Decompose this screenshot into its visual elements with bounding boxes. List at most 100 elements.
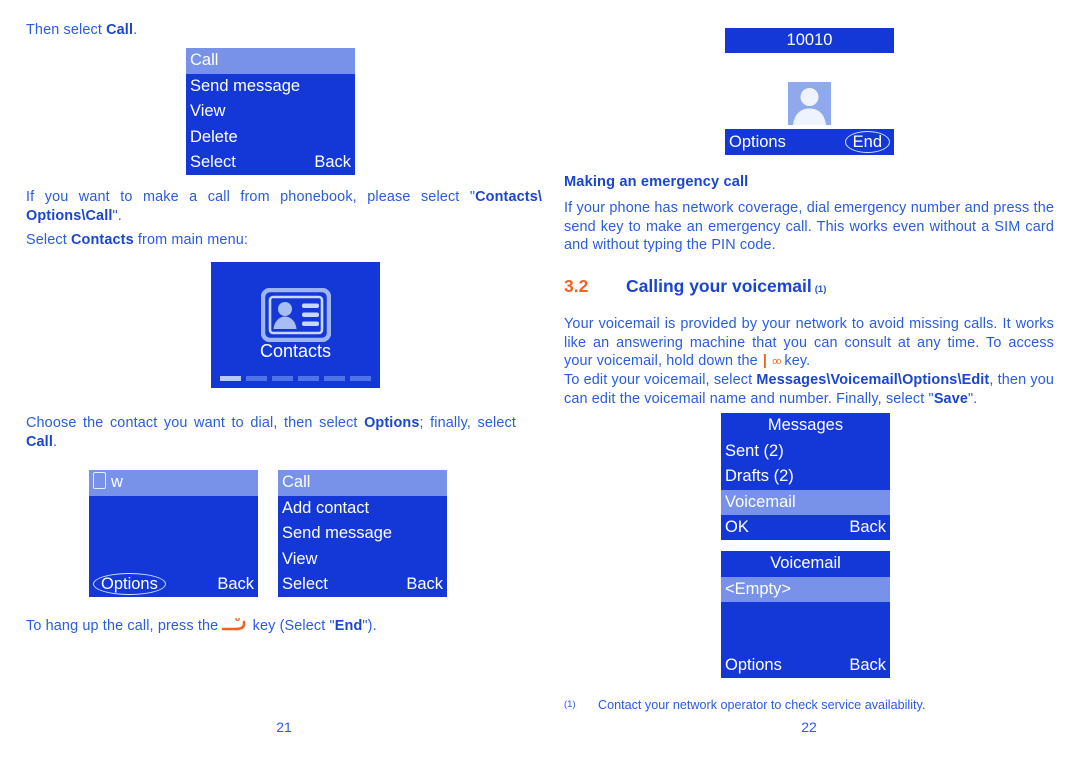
- menu-item-call[interactable]: Call: [278, 470, 447, 496]
- select-contacts-prefix: Select: [26, 232, 72, 248]
- choose-contact-text-1: Choose the contact you want to dial, the…: [26, 415, 365, 431]
- messages-screen-title: Messages: [767, 416, 844, 434]
- softkey-bar: Select Back: [186, 149, 355, 175]
- hangup-bold-end: End: [334, 618, 363, 634]
- softkey-ok[interactable]: OK: [725, 514, 749, 540]
- hangup-text-3: ").: [362, 618, 377, 634]
- voicemail-edit-bold-path: Messages\Voicemail\Options\Edit: [756, 372, 990, 388]
- menu-item-send-message[interactable]: Send message: [186, 74, 355, 100]
- contacts-main-menu-screen[interactable]: Contacts: [211, 262, 380, 388]
- softkey-back[interactable]: Back: [849, 514, 886, 540]
- manual-page-spread: Then select Call. Call Send message View…: [0, 0, 1080, 767]
- hangup-text-2: key (Select ": [248, 618, 335, 634]
- softkey-back[interactable]: Back: [217, 571, 254, 597]
- then-select-bold: Call: [106, 22, 134, 38]
- in-call-number-bar: 10010: [725, 28, 894, 53]
- left-page-number: 21: [276, 719, 292, 735]
- softkey-bar: Select Back: [278, 571, 447, 597]
- then-select-suffix: .: [133, 22, 138, 38]
- contacts-card-icon: [260, 287, 331, 347]
- voicemail-key-bar-icon: |: [762, 353, 768, 370]
- softkey-bar: Options Back: [89, 571, 258, 597]
- hangup-key-icon: [222, 616, 248, 631]
- left-page-column: Then select Call. Call Send message View…: [26, 0, 542, 767]
- footnote-mark: (1): [564, 699, 576, 710]
- hangup-paragraph: To hang up the call, press the key (Sele…: [26, 616, 542, 636]
- page-dot-4: [298, 376, 319, 381]
- select-contacts-line: Select Contacts from main menu:: [26, 231, 542, 250]
- contact-options-menu-screen[interactable]: Call Add contact Send message View Selec…: [278, 470, 447, 597]
- softkey-select[interactable]: Select: [190, 149, 236, 175]
- sim-card-icon: [93, 472, 106, 489]
- phonebook-bold-options-call: Options\Call: [26, 207, 113, 224]
- softkey-options[interactable]: Options: [93, 573, 166, 595]
- page-footnote: (1) Contact your network operator to che…: [564, 698, 1054, 712]
- page-dot-2: [246, 376, 267, 381]
- voicemail-edit-text-3: ".: [968, 390, 978, 407]
- softkey-back[interactable]: Back: [406, 571, 443, 597]
- select-contacts-suffix: from main menu:: [133, 232, 249, 248]
- menu-item-drafts[interactable]: Drafts (2): [721, 464, 890, 490]
- page-dot-6: [350, 376, 371, 381]
- menu-page-indicator: [211, 376, 380, 381]
- in-call-softkey-bar[interactable]: Options End: [725, 129, 894, 155]
- contact-entry-screen[interactable]: w Options Back: [89, 470, 258, 597]
- softkey-options[interactable]: Options: [729, 129, 786, 155]
- voicemail-list-screen[interactable]: Voicemail <Empty> Options Back: [721, 551, 890, 678]
- voicemail-edit-bold-save: Save: [933, 390, 968, 407]
- softkey-bar: Options End: [725, 129, 894, 155]
- choose-contact-text-3: .: [52, 433, 58, 450]
- in-call-number: 10010: [786, 31, 833, 49]
- page-dot-5: [324, 376, 345, 381]
- page-dot-1: [220, 376, 241, 381]
- menu-item-voicemail[interactable]: Voicemail: [721, 489, 890, 515]
- then-select-prefix: Then select: [26, 22, 107, 38]
- menu-item-delete[interactable]: Delete: [186, 125, 355, 151]
- menu-item-sent[interactable]: Sent (2): [721, 439, 890, 465]
- page-dot-3: [272, 376, 293, 381]
- menu-item-view[interactable]: View: [278, 547, 447, 573]
- phonebook-bold-contacts: Contacts\: [475, 189, 542, 205]
- menu-item-send-message[interactable]: Send message: [278, 521, 447, 547]
- softkey-back[interactable]: Back: [314, 149, 351, 175]
- choose-contact-bold-options: Options: [364, 415, 420, 431]
- section-number: 3.2: [564, 276, 589, 296]
- voicemail-intro-text-2: key.: [780, 353, 811, 370]
- choose-contact-paragraph: Choose the contact you want to dial, the…: [26, 414, 516, 451]
- right-page-column: 10010 Options End Making an emergency ca…: [564, 0, 1080, 767]
- section-heading-3-2: 3.2 Calling your voicemail (1): [564, 276, 1064, 297]
- contact-entry-name: w: [111, 473, 123, 491]
- voicemail-edit-text-1: To edit your voicemail, select: [564, 372, 757, 388]
- softkey-bar: Options Back: [721, 652, 890, 678]
- phonebook-text-1: If you want to make a call from phoneboo…: [26, 189, 476, 205]
- menu-item-call[interactable]: Call: [186, 48, 355, 74]
- then-select-call-line: Then select Call.: [26, 21, 542, 40]
- softkey-back[interactable]: Back: [849, 652, 886, 678]
- choose-contact-bold-call: Call: [26, 433, 53, 450]
- section-footnote-mark: (1): [814, 284, 827, 295]
- choose-contact-text-2: ; finally, select: [419, 415, 516, 431]
- softkey-bar: OK Back: [721, 514, 890, 540]
- emergency-call-heading: Making an emergency call: [564, 174, 749, 190]
- menu-item-view[interactable]: View: [186, 99, 355, 125]
- voicemail-edit-paragraph: To edit your voicemail, select Messages\…: [564, 371, 1054, 408]
- call-options-menu-screen[interactable]: Call Send message View Delete Select Bac…: [186, 48, 355, 175]
- select-contacts-bold: Contacts: [71, 232, 134, 248]
- phonebook-paragraph: If you want to make a call from phoneboo…: [26, 188, 542, 225]
- footnote-text: Contact your network operator to check s…: [598, 698, 926, 712]
- voicemail-screen-title: Voicemail: [770, 554, 841, 572]
- right-page-number: 22: [801, 719, 817, 735]
- section-title: Calling your voicemail: [626, 276, 812, 296]
- voicemail-intro-paragraph: Your voicemail is provided by your netwo…: [564, 315, 1054, 371]
- contact-avatar-icon: [788, 82, 831, 125]
- softkey-end[interactable]: End: [844, 131, 890, 153]
- contacts-screen-label: Contacts: [259, 341, 332, 361]
- menu-item-add-contact[interactable]: Add contact: [278, 496, 447, 522]
- softkey-options[interactable]: Options: [725, 652, 782, 678]
- phonebook-text-2: ".: [112, 207, 122, 224]
- emergency-call-paragraph: If your phone has network coverage, dial…: [564, 200, 1054, 254]
- softkey-select[interactable]: Select: [282, 571, 328, 597]
- voicemail-entry-empty[interactable]: <Empty>: [721, 576, 890, 602]
- messages-menu-screen[interactable]: Messages Sent (2) Drafts (2) Voicemail O…: [721, 413, 890, 540]
- hangup-text-1: To hang up the call, press the: [26, 618, 223, 634]
